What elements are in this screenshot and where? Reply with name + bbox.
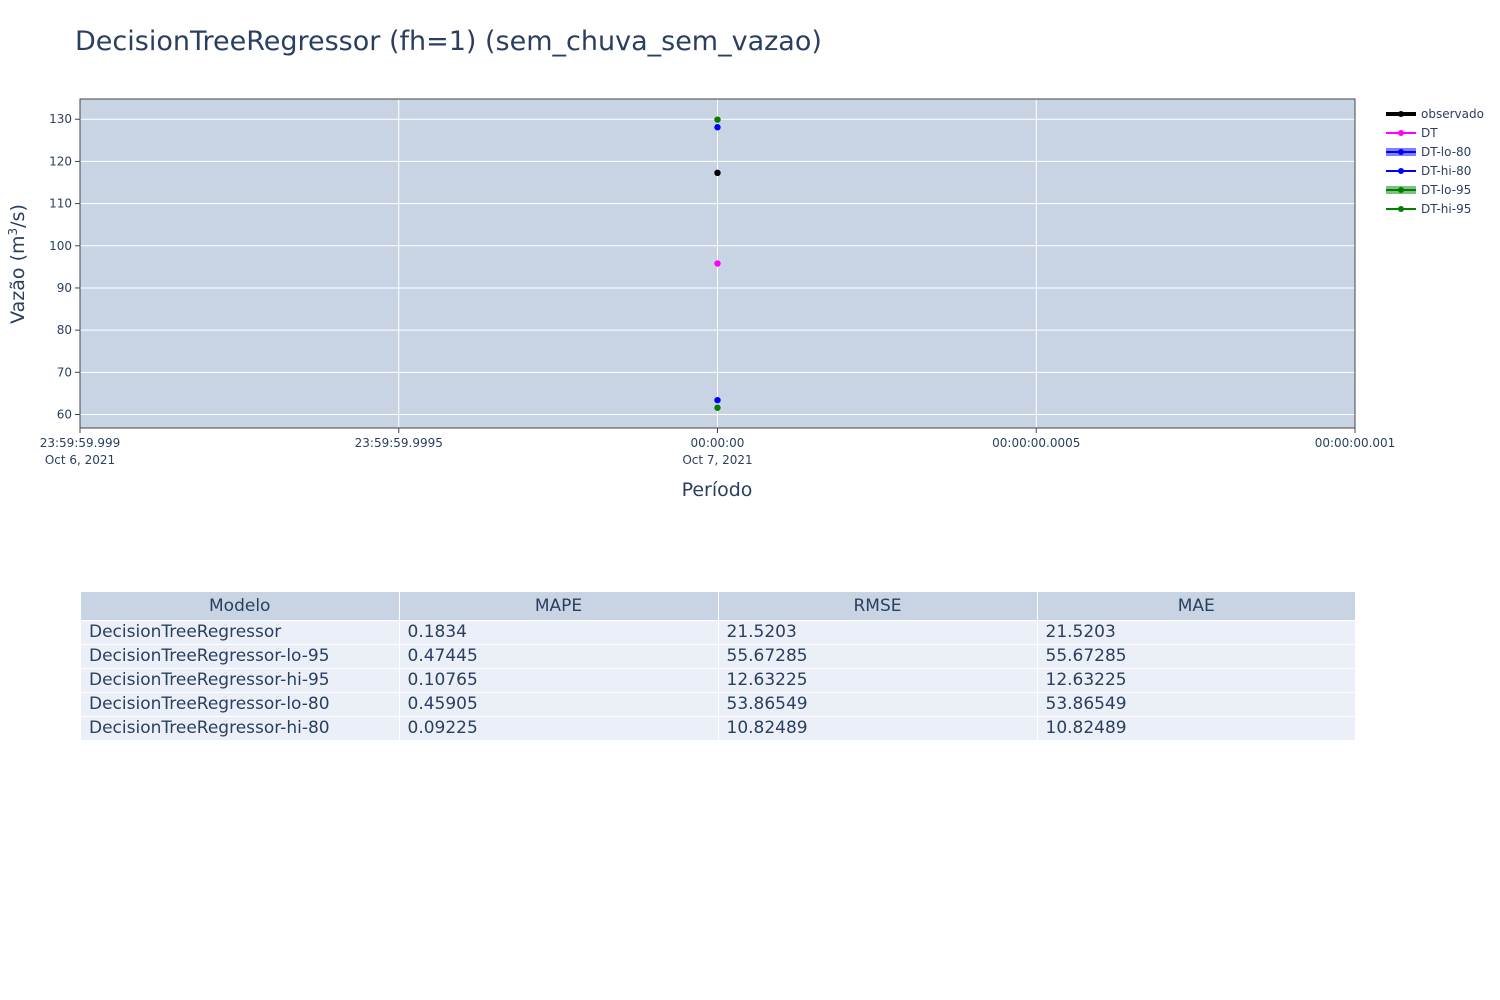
table-cell: 0.1834 (399, 620, 719, 645)
legend-label: observado (1421, 107, 1484, 121)
x-tick-label: 00:00:00.0005 (992, 436, 1080, 450)
table-cell: 0.47445 (399, 644, 719, 669)
y-axis-title: Vazão (m3/s) (6, 204, 29, 324)
legend-marker (1398, 130, 1404, 136)
y-tick-label: 110 (49, 197, 72, 211)
table-row: DecisionTreeRegressor-hi-80 0.09225 10.8… (81, 716, 1355, 741)
metrics-table: Modelo MAPE RMSE MAE DecisionTreeRegress… (81, 592, 1355, 741)
data-point-observado (714, 169, 721, 177)
column-header-mape: MAPE (399, 592, 719, 621)
x-tick-label: 00:00:00 (691, 436, 745, 450)
x-tick-date-label: Oct 7, 2021 (682, 453, 752, 467)
legend-label: DT-hi-95 (1421, 202, 1471, 216)
y-tick-label: 130 (49, 112, 72, 126)
table-row: DecisionTreeRegressor-hi-95 0.10765 12.6… (81, 668, 1355, 693)
legend-item-dt-lo-80: DT-lo-80 (1386, 145, 1471, 159)
table-cell: DecisionTreeRegressor (81, 620, 400, 645)
legend-item-dt-hi-80: DT-hi-80 (1386, 164, 1471, 178)
table-row: DecisionTreeRegressor 0.1834 21.5203 21.… (81, 620, 1355, 645)
x-axis-ticks: 23:59:59.999 Oct 6, 2021 23:59:59.9995 00:0… (40, 428, 1396, 467)
data-point-dt-lo-80 (714, 396, 721, 404)
table-cell: 12.63225 (1037, 668, 1355, 693)
chart-title: DecisionTreeRegressor (fh=1) (sem_chuva_… (75, 26, 822, 57)
data-point-dt (714, 260, 721, 267)
table-cell: 21.5203 (1037, 620, 1355, 645)
y-tick-label: 100 (49, 239, 72, 253)
table-row: DecisionTreeRegressor-lo-80 0.45905 53.8… (81, 692, 1355, 717)
column-header-mae: MAE (1037, 592, 1355, 621)
table-cell: 0.09225 (399, 716, 719, 741)
y-tick-label: 60 (57, 408, 72, 422)
chart: DecisionTreeRegressor (fh=1) (sem_chuva_… (6, 26, 1484, 501)
y-axis-title-superscript: 3 (6, 228, 20, 236)
y-axis-ticks: 60 70 80 90 100 110 120 130 (49, 112, 80, 422)
legend-label: DT-hi-80 (1421, 164, 1471, 178)
legend-item-observado: observado (1386, 107, 1484, 121)
y-axis-title-prefix: Vazão (m (7, 235, 29, 323)
data-point-dt-lo-95 (714, 404, 721, 411)
legend-item-dt-lo-95: DT-lo-95 (1386, 183, 1471, 197)
y-tick-label: 120 (49, 154, 72, 168)
legend-label: DT (1421, 126, 1438, 140)
table-cell: 0.10765 (399, 668, 719, 693)
table-cell: 21.5203 (718, 620, 1038, 645)
table-cell: DecisionTreeRegressor-hi-80 (81, 716, 400, 741)
x-tick-label: 00:00:00.001 (1315, 436, 1396, 450)
table-header-row: Modelo MAPE RMSE MAE (81, 592, 1355, 621)
table-cell: DecisionTreeRegressor-lo-80 (81, 692, 400, 717)
x-tick-label: 23:59:59.9995 (355, 436, 443, 450)
legend-marker (1398, 187, 1404, 193)
legend-marker (1398, 111, 1404, 117)
data-point-dt-hi-80 (714, 124, 721, 131)
y-axis-title-suffix: /s) (7, 204, 29, 228)
table-cell: 53.86549 (718, 692, 1038, 717)
table-cell: DecisionTreeRegressor-hi-95 (81, 668, 400, 693)
legend-item-dt-hi-95: DT-hi-95 (1386, 202, 1471, 216)
data-point-dt-hi-95 (714, 116, 721, 123)
x-tick-date-label: Oct 6, 2021 (45, 453, 115, 467)
table-row: DecisionTreeRegressor-lo-95 0.47445 55.6… (81, 644, 1355, 669)
table-cell: 55.67285 (1037, 644, 1355, 669)
y-tick-label: 90 (57, 281, 72, 295)
y-tick-label: 80 (57, 323, 72, 337)
legend: observado DT DT-lo-80 DT-hi-80 DT-lo-95 DT-hi… (1386, 107, 1484, 216)
column-header-modelo: Modelo (81, 592, 400, 621)
legend-marker (1398, 206, 1404, 212)
legend-item-dt: DT (1386, 126, 1438, 140)
table-cell: 55.67285 (718, 644, 1038, 669)
column-header-rmse: RMSE (718, 592, 1038, 621)
y-tick-label: 70 (57, 365, 72, 379)
legend-label: DT-lo-80 (1421, 145, 1471, 159)
table-cell: 0.45905 (399, 692, 719, 717)
table-cell: 10.82489 (718, 716, 1038, 741)
legend-marker (1398, 168, 1404, 174)
table-cell: DecisionTreeRegressor-lo-95 (81, 644, 400, 669)
legend-label: DT-lo-95 (1421, 183, 1471, 197)
table-cell: 53.86549 (1037, 692, 1355, 717)
table-cell: 12.63225 (718, 668, 1038, 693)
x-axis-title: Período (682, 479, 753, 501)
x-tick-label: 23:59:59.999 (40, 436, 121, 450)
legend-marker (1398, 149, 1404, 155)
table-cell: 10.82489 (1037, 716, 1355, 741)
